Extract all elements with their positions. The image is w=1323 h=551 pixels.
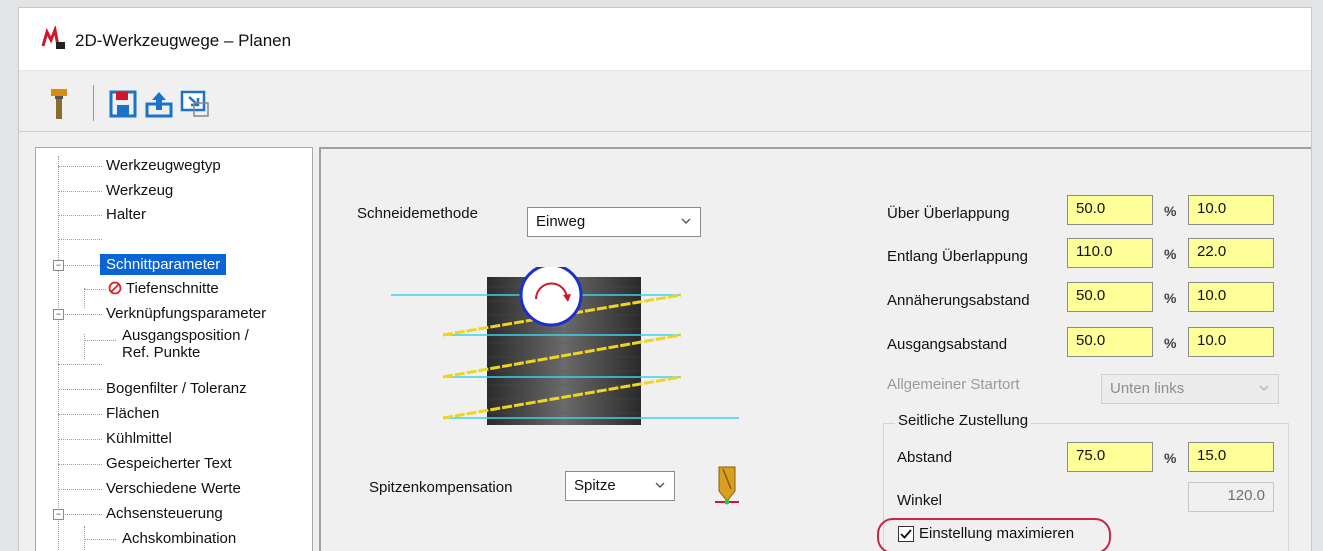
tree-connector <box>84 334 85 359</box>
tree-item-halter[interactable]: Halter <box>106 204 146 226</box>
tree-connector <box>84 288 85 308</box>
collapse-icon[interactable]: − <box>53 260 64 271</box>
export-button[interactable] <box>143 87 175 121</box>
dialog-window: 2D-Werkzeugwege – Planen Werkzeugwegtyp … <box>18 7 1312 551</box>
collapse-icon[interactable]: − <box>53 509 64 520</box>
ausgangsabstand-percent-field[interactable]: 10.0 <box>1188 327 1274 357</box>
tree-item-bogenfilter[interactable]: Bogenfilter / Toleranz <box>106 378 247 400</box>
checkmark-icon <box>900 529 912 539</box>
tool-tip-icon <box>715 466 739 505</box>
save-button[interactable] <box>107 87 139 121</box>
import-icon <box>180 90 209 117</box>
tree-item-verschiedene-werte[interactable]: Verschiedene Werte <box>106 478 241 500</box>
annaeherungsabstand-field[interactable]: 50.0 <box>1067 282 1153 312</box>
tree-item-flaechen[interactable]: Flächen <box>106 403 159 425</box>
entlang-ueberlappung-field[interactable]: 110.0 <box>1067 238 1153 268</box>
tree-item-achsensteuerung[interactable]: Achsensteuerung <box>106 503 223 525</box>
import-button[interactable] <box>179 87 211 121</box>
window-title: 2D-Werkzeugwege – Planen <box>75 31 292 50</box>
mastercam-logo-icon <box>41 26 65 49</box>
annaeherungsabstand-label: Annäherungsabstand <box>887 292 1030 309</box>
toolbar <box>19 71 1311 132</box>
percent-label: % <box>1164 203 1177 219</box>
ueber-ueberlappung-percent-field[interactable]: 10.0 <box>1188 195 1274 225</box>
winkel-label: Winkel <box>897 492 943 509</box>
chevron-down-icon <box>655 482 665 488</box>
seitliche-zustellung-title: Seitliche Zustellung <box>895 412 1032 429</box>
einstellung-maximieren-label[interactable]: Einstellung maximieren <box>919 525 1074 542</box>
abstand-field[interactable]: 75.0 <box>1067 442 1153 472</box>
ausgangsabstand-field[interactable]: 50.0 <box>1067 327 1153 357</box>
spitzenkompensation-label: Spitzenkompensation <box>369 479 513 496</box>
toolbar-separator <box>93 85 94 121</box>
entlang-ueberlappung-percent-field[interactable]: 22.0 <box>1188 238 1274 268</box>
parameter-panel: Schneidemethode Einweg Spitzenkompensati… <box>319 147 1311 551</box>
annaeherungsabstand-percent-field[interactable]: 10.0 <box>1188 282 1274 312</box>
title-bar: 2D-Werkzeugwege – Planen <box>19 8 1311 71</box>
export-icon <box>145 92 173 118</box>
collapse-icon[interactable]: − <box>53 309 64 320</box>
einstellung-maximieren-checkbox[interactable] <box>898 526 914 542</box>
ueber-ueberlappung-label: Über Überlappung <box>887 205 1010 222</box>
schneidemethode-label: Schneidemethode <box>357 205 478 222</box>
tree-item-werkzeugwegtyp[interactable]: Werkzeugwegtyp <box>106 155 221 177</box>
toolpath-illustration <box>391 267 739 425</box>
percent-label: % <box>1164 290 1177 306</box>
startort-label: Allgemeiner Startort <box>887 376 1020 393</box>
percent-label: % <box>1164 450 1177 466</box>
chevron-down-icon <box>1259 385 1269 391</box>
percent-label: % <box>1164 246 1177 262</box>
ueber-ueberlappung-field[interactable]: 50.0 <box>1067 195 1153 225</box>
tree-item-schnittparameter[interactable]: Schnittparameter <box>100 254 227 276</box>
tree-item-verknuepfungsparameter[interactable]: Verknüpfungsparameter <box>106 303 266 325</box>
ausgangsabstand-label: Ausgangsabstand <box>887 336 1008 353</box>
tree-item-tiefenschnitte[interactable]: Tiefenschnitte <box>108 278 219 300</box>
tree-item-achskombination[interactable]: Achskombination <box>122 528 236 550</box>
winkel-field[interactable]: 120.0 <box>1188 482 1274 512</box>
spitzenkompensation-select[interactable]: Spitze <box>565 471 675 501</box>
prohibited-icon <box>108 281 122 295</box>
entlang-ueberlappung-label: Entlang Überlappung <box>887 248 1028 265</box>
tree-item-kuehlmittel[interactable]: Kühlmittel <box>106 428 172 450</box>
tool-holder-icon <box>51 89 67 119</box>
navigation-tree: Werkzeugwegtyp Werkzeug Halter − Schnitt… <box>35 147 313 551</box>
abstand-label: Abstand <box>897 449 953 466</box>
save-icon <box>109 90 137 118</box>
tree-item-werkzeug[interactable]: Werkzeug <box>106 180 173 202</box>
abstand-percent-field[interactable]: 15.0 <box>1188 442 1274 472</box>
tool-holder-button[interactable] <box>43 87 75 121</box>
tree-item-ref-punkte: Ref. Punkte <box>122 344 201 361</box>
percent-label: % <box>1164 335 1177 351</box>
tree-item-gespeicherter-text[interactable]: Gespeicherter Text <box>106 453 232 475</box>
schneidemethode-select[interactable]: Einweg <box>527 207 701 237</box>
chevron-down-icon <box>681 218 691 224</box>
startort-select[interactable]: Unten links <box>1101 374 1279 404</box>
